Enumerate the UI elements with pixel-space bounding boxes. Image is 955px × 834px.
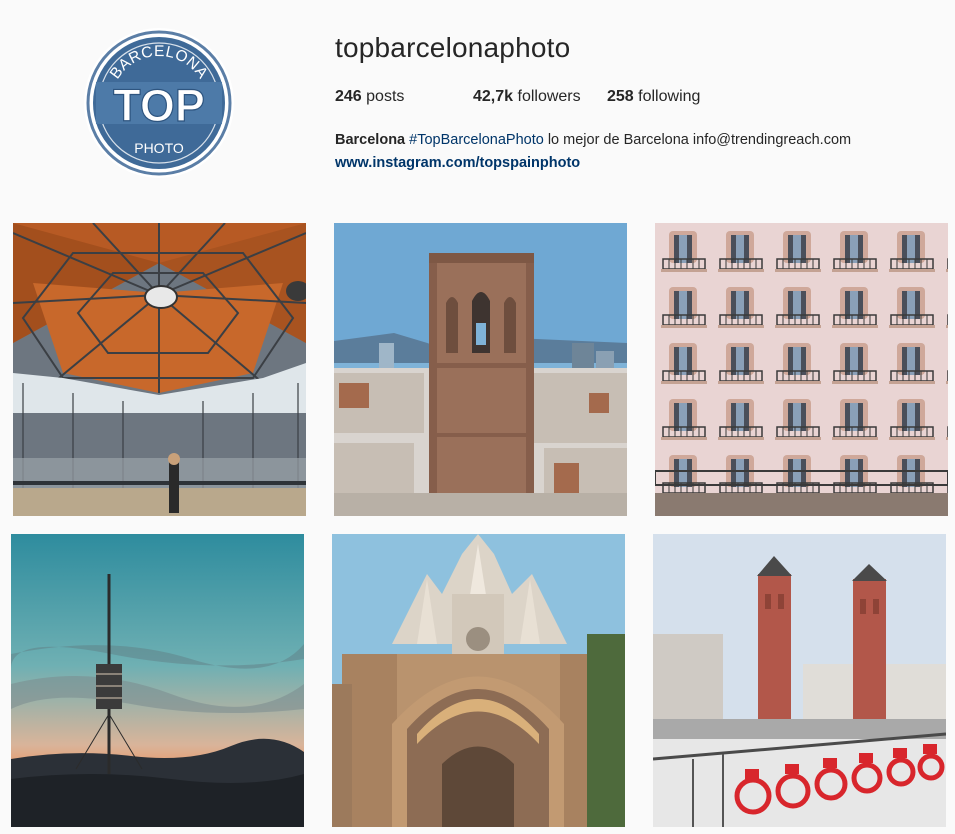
bio-name: Barcelona xyxy=(335,132,406,148)
posts-count-number: 246 xyxy=(335,88,362,105)
profile-username: topbarcelonaphoto xyxy=(335,32,571,63)
post-thumbnail-4[interactable] xyxy=(11,534,304,827)
venetian-towers-photo xyxy=(653,534,946,827)
posts-count-label: posts xyxy=(366,88,405,105)
bell-tower-photo xyxy=(334,223,627,516)
profile-bio: Barcelona #TopBarcelonaPhoto lo mejor de… xyxy=(335,129,851,175)
posts-count[interactable]: 246 posts xyxy=(335,88,404,106)
avatar-ring-bottom: PHOTO xyxy=(134,140,184,156)
bio-website-link[interactable]: www.instagram.com/topspainphoto xyxy=(335,152,851,175)
followers-count[interactable]: 42,7k followers xyxy=(473,88,581,106)
profile-avatar[interactable]: BARCELONA TOP PHOTO xyxy=(84,28,234,178)
tibidabo-temple-photo xyxy=(332,534,625,827)
followers-count-label: followers xyxy=(517,88,581,105)
following-count-number: 258 xyxy=(607,88,634,105)
avatar-center-text: TOP xyxy=(113,80,205,131)
post-thumbnail-2[interactable] xyxy=(334,223,627,516)
post-thumbnail-5[interactable] xyxy=(332,534,625,827)
following-count[interactable]: 258 following xyxy=(607,88,700,106)
followers-count-number: 42,7k xyxy=(473,88,514,105)
tower-sunset-photo xyxy=(11,534,304,827)
post-thumbnail-3[interactable] xyxy=(655,223,948,516)
bio-hashtag[interactable]: #TopBarcelonaPhoto xyxy=(409,132,544,148)
post-thumbnail-1[interactable] xyxy=(13,223,306,516)
market-roof-photo xyxy=(13,223,306,516)
post-thumbnail-6[interactable] xyxy=(653,534,946,827)
top-barcelona-photo-logo: BARCELONA TOP PHOTO xyxy=(85,29,233,177)
following-count-label: following xyxy=(638,88,701,105)
balcony-facade-photo xyxy=(655,223,948,516)
bio-text: lo mejor de Barcelona info@trendingreach… xyxy=(543,132,852,148)
